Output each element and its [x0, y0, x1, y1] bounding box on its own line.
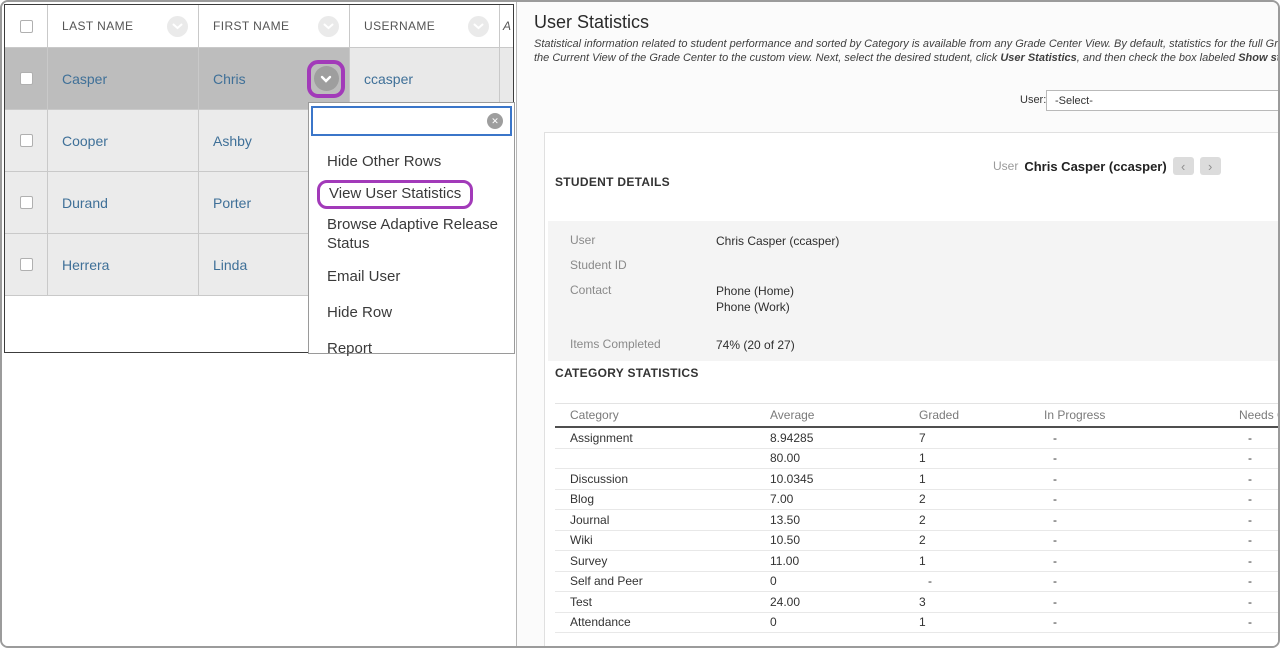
user-select-label: User: [1020, 94, 1046, 106]
student-id-label: Student ID [570, 258, 627, 272]
col-graded: Graded [919, 408, 1044, 422]
row-checkbox[interactable] [20, 134, 33, 147]
menu-item-report[interactable]: Report [327, 339, 514, 359]
menu-item-hide-row[interactable]: Hide Row [327, 303, 514, 323]
header-username: USERNAME [350, 5, 500, 47]
items-completed-value: 74% (20 of 27) [716, 337, 795, 353]
user-label: User [570, 233, 595, 247]
username-cell: ccasper [364, 71, 413, 87]
menu-search-box: ✕ [311, 106, 512, 136]
grade-center-panel: LAST NAME FIRST NAME USERNAME [2, 2, 517, 648]
col-in-progress: In Progress [1044, 408, 1239, 422]
first-name-cell: Linda [213, 257, 247, 273]
column-label: FIRST NAME [213, 19, 289, 33]
highlight-ring: View User Statistics [317, 180, 473, 209]
chevron-down-icon[interactable] [167, 16, 188, 37]
stats-row: Self and Peer 0 - - - [555, 572, 1280, 593]
menu-item-list: Hide Other Rows View User Statistics Bro… [309, 136, 514, 359]
column-label: A [503, 19, 511, 33]
user-statistics-panel: User Statistics Statistical information … [517, 2, 1280, 648]
stats-row: Wiki 10.50 2 - - [555, 531, 1280, 552]
last-name-cell: Durand [62, 195, 108, 211]
first-name-cell: Porter [213, 195, 251, 211]
student-details-box: User Chris Casper (ccasper) Student ID C… [548, 221, 1280, 361]
description-line-1: Statistical information related to stude… [534, 38, 1280, 50]
select-all-checkbox[interactable] [20, 20, 33, 33]
header-checkbox-cell [5, 5, 48, 47]
last-name-cell: Casper [62, 71, 107, 87]
stats-header-row: Category Average Graded In Progress Need… [555, 403, 1280, 428]
row-checkbox[interactable] [20, 258, 33, 271]
row-options-chevron-icon[interactable] [314, 66, 339, 91]
page-title: User Statistics [534, 12, 649, 33]
user-value: Chris Casper (ccasper) [716, 233, 839, 249]
statistics-card: User Chris Casper (ccasper) ‹ › STUDENT … [544, 132, 1280, 648]
col-average: Average [770, 408, 919, 422]
first-name-cell: Chris [213, 71, 246, 87]
menu-filter-input[interactable] [313, 108, 510, 134]
last-name-cell: Cooper [62, 133, 108, 149]
first-name-cell: Ashby [213, 133, 252, 149]
header-last-name: LAST NAME [48, 5, 199, 47]
stats-row: Journal 13.50 2 - - [555, 510, 1280, 531]
previous-user-button[interactable]: ‹ [1173, 157, 1194, 175]
category-statistics-table: Category Average Graded In Progress Need… [555, 403, 1280, 633]
last-name-cell: Herrera [62, 257, 109, 273]
header-partial-column: A [500, 5, 513, 47]
items-completed-label: Items Completed [570, 337, 661, 351]
stats-row: Survey 11.00 1 - - [555, 551, 1280, 572]
chevron-down-icon[interactable] [318, 16, 339, 37]
chevron-down-icon[interactable] [468, 16, 489, 37]
column-label: LAST NAME [62, 19, 133, 33]
stats-row: Discussion 10.0345 1 - - [555, 469, 1280, 490]
stats-row: Assignment 8.94285 7 - - [555, 428, 1280, 449]
row-checkbox[interactable] [20, 72, 33, 85]
description-line-2: the Current View of the Grade Center to … [534, 52, 1280, 64]
user-pager-name: Chris Casper (ccasper) [1024, 159, 1166, 174]
highlight-ring [307, 60, 345, 98]
student-details-heading: STUDENT DETAILS [555, 175, 670, 189]
column-label: USERNAME [364, 19, 435, 33]
contact-value: Phone (Home)Phone (Work) [716, 283, 794, 315]
table-row-casper[interactable]: Casper Chris ccasper [5, 48, 513, 110]
stats-row: Blog 7.00 2 - - [555, 490, 1280, 511]
screenshot-canvas: LAST NAME FIRST NAME USERNAME [0, 0, 1280, 648]
contact-label: Contact [570, 283, 611, 297]
stats-row: 80.00 1 - - [555, 449, 1280, 470]
clear-icon[interactable]: ✕ [487, 113, 503, 129]
menu-item-email-user[interactable]: Email User [327, 267, 514, 287]
header-first-name: FIRST NAME [199, 5, 350, 47]
menu-item-browse-adaptive-release-status[interactable]: Browse Adaptive Release Status [327, 215, 499, 253]
stats-row: Attendance 0 1 - - [555, 613, 1280, 634]
menu-item-view-user-statistics[interactable]: View User Statistics [327, 180, 514, 209]
menu-item-hide-other-rows[interactable]: Hide Other Rows [327, 152, 514, 172]
user-select-dropdown[interactable]: -Select- [1046, 90, 1280, 111]
next-user-button[interactable]: › [1200, 157, 1221, 175]
category-statistics-heading: CATEGORY STATISTICS [555, 366, 699, 380]
row-checkbox[interactable] [20, 196, 33, 209]
table-header-row: LAST NAME FIRST NAME USERNAME [5, 5, 513, 48]
user-pager: User Chris Casper (ccasper) ‹ › [993, 157, 1221, 175]
user-pager-label: User [993, 159, 1018, 173]
col-needs-grading: Needs Grading [1239, 408, 1280, 422]
col-category: Category [570, 408, 770, 422]
stats-row: Test 24.00 3 - - [555, 592, 1280, 613]
row-context-menu: ✕ Hide Other Rows View User Statistics B… [308, 102, 515, 354]
